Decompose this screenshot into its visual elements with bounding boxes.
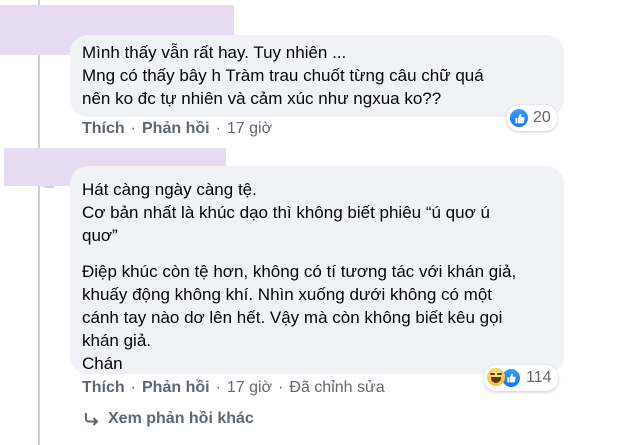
timestamp[interactable]: 17 giờ (227, 379, 272, 397)
comment-text: Hát càng ngày càng tệ. (82, 180, 257, 199)
comment-bubble: Mình thấy vẫn rất hay. Tuy nhiên ... Mng… (70, 35, 564, 117)
comment-text: Mng có thấy bây h Tràm trau chuốt từng c… (82, 66, 484, 85)
reply-button[interactable]: Phản hồi (142, 120, 210, 138)
comment-text: nên ko đc tự nhiên và cảm xúc như ngxua … (82, 89, 442, 108)
like-icon (510, 109, 528, 127)
comment-text: quơ” (82, 226, 118, 245)
comment-text: Điệp khúc còn tệ hơn, không có tí tương … (82, 262, 517, 281)
timestamp[interactable]: 17 giờ (227, 120, 272, 138)
view-more-replies-label: Xem phản hồi khác (108, 410, 254, 427)
haha-icon (487, 368, 505, 386)
reaction-icons (487, 368, 521, 388)
comment-actions: Thích · Phản hồi · 17 giờ (82, 120, 272, 138)
comment-text: khuấy động không khí. Nhìn xuống dưới kh… (82, 285, 493, 304)
comment-text: Cơ bản nhất là khúc dạo thì không biết p… (82, 203, 490, 222)
comment-text: Mình thấy vẫn rất hay. Tuy nhiên ... (82, 43, 347, 62)
reaction-number: 114 (526, 369, 552, 386)
reply-arrow-icon (85, 413, 99, 426)
separator: · (215, 120, 221, 137)
reaction-number: 20 (533, 109, 551, 126)
comment-text: cánh tay nào dơ lên hết. Vậy mà còn khôn… (82, 308, 503, 327)
like-button[interactable]: Thích (82, 120, 125, 138)
comment-text: Chán (82, 354, 123, 373)
thread-line (38, 0, 40, 445)
comment-bubble: Hát càng ngày càng tệ. Cơ bản nhất là kh… (70, 166, 564, 374)
comment-text: khán giả. (82, 331, 151, 350)
comment-actions: Thích · Phản hồi · 17 giờ · Đã chỉnh sửa (82, 379, 385, 397)
separator: · (278, 379, 284, 396)
reaction-count[interactable]: 114 (484, 365, 558, 391)
reaction-count[interactable]: 20 (507, 105, 557, 131)
separator: · (130, 379, 136, 396)
like-button[interactable]: Thích (82, 379, 125, 397)
view-more-replies[interactable]: Xem phản hồi khác (84, 410, 254, 428)
reply-button[interactable]: Phản hồi (142, 379, 210, 397)
edited-label[interactable]: Đã chỉnh sửa (289, 379, 384, 397)
separator: · (130, 120, 136, 137)
separator: · (215, 379, 221, 396)
